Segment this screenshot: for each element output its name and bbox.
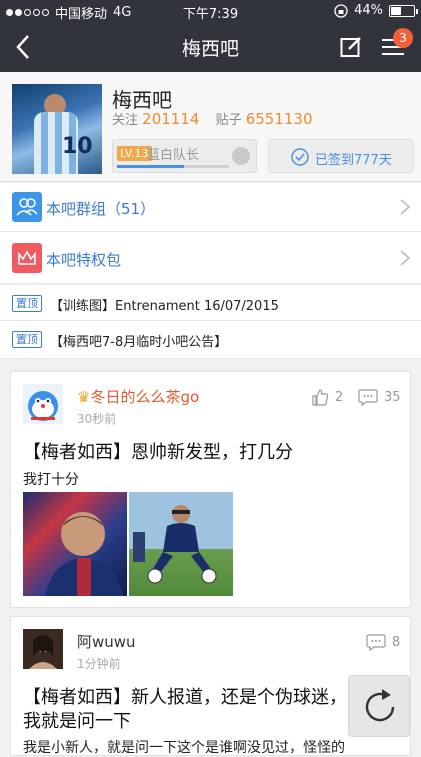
pinned-title: 【梅西吧7-8月临时小吧公告】 [50, 335, 228, 350]
forum-header: 10 梅西吧 关注 201114 贴子 6551130 LV.13 蓝白队长 已… [0, 72, 421, 182]
user-avatar[interactable] [23, 629, 63, 669]
refresh-icon [365, 689, 395, 722]
post-title: 【梅者如西】恩帅新发型，打几分 [23, 442, 293, 463]
member-rank[interactable]: LV.13 蓝白队长 [112, 139, 257, 173]
follow-count: 201114 [142, 110, 200, 128]
comment-count: 8 [392, 634, 401, 650]
post-body: 我是小新人，就是问一下这个是谁啊没见过，怪怪的 [23, 740, 345, 756]
link-label: 本吧特权包 [46, 251, 122, 269]
link-groups[interactable]: 本吧群组（51） [0, 183, 421, 232]
group-icon [12, 192, 42, 222]
status-bar: 中国移动 4G 下午7:39 44% [0, 0, 421, 22]
comment-button[interactable]: 35 [358, 388, 401, 406]
user-avatar[interactable] [23, 384, 63, 424]
post-body: 我打十分 [23, 472, 79, 488]
check-circle-icon [291, 148, 309, 166]
rank-title: 蓝白队长 [147, 148, 200, 163]
thumbs-up-icon [312, 389, 329, 406]
rank-icon [232, 147, 250, 165]
pinned-tag: 置顶 [12, 295, 42, 312]
photo-thumbnail [45, 512, 123, 596]
follow-label: 关注 [112, 113, 139, 128]
chevron-right-icon [400, 199, 411, 215]
signed-in-label: 已签到777天 [315, 153, 392, 168]
post-time: 1分钟前 [77, 657, 121, 671]
photo-thumbnail [133, 505, 217, 584]
comment-button[interactable]: 8 [366, 633, 400, 651]
author-name: 冬日的么么茶go [90, 388, 200, 406]
post-card[interactable]: ♛冬日的么么茶go 30秒前 2 35 【梅者如西】恩帅新发型，打几分 我打十分 [10, 371, 411, 608]
like-count: 2 [335, 389, 344, 405]
crown-icon [12, 243, 42, 273]
comment-count: 35 [384, 389, 401, 405]
pinned-title: 【训练图】Entrenament 16/07/2015 [50, 299, 279, 314]
orientation-lock-icon [334, 3, 348, 18]
post-author[interactable]: 阿wuwu [77, 631, 136, 652]
post-time: 30秒前 [77, 412, 117, 426]
signed-in-button[interactable]: 已签到777天 [268, 139, 414, 173]
pinned-post[interactable]: 置顶 【梅西吧7-8月临时小吧公告】 [0, 321, 421, 359]
notification-badge[interactable]: 3 [393, 28, 413, 48]
posts-label: 贴子 [215, 113, 242, 128]
nav-bar: 梅西吧 3 [0, 22, 421, 72]
battery-icon [389, 4, 418, 17]
forum-stats: 关注 201114 贴子 6551130 [112, 109, 325, 128]
link-label: 本吧群组（51） [46, 200, 156, 218]
post-title: 【梅者如西】新人报道，还是个伪球迷， [23, 687, 347, 708]
refresh-button[interactable] [348, 675, 410, 737]
like-button[interactable]: 2 [311, 388, 343, 406]
chevron-right-icon [400, 250, 411, 266]
post-author[interactable]: ♛冬日的么么茶go [77, 386, 199, 407]
crown-icon: ♛ [77, 388, 91, 406]
link-privileges[interactable]: 本吧特权包 [0, 232, 421, 284]
battery-percent: 44% [354, 3, 383, 18]
pinned-tag: 置顶 [12, 331, 42, 348]
posts-count: 6551130 [245, 110, 313, 128]
rank-progress [117, 165, 229, 168]
pinned-post[interactable]: 置顶 【训练图】Entrenament 16/07/2015 [0, 285, 421, 321]
post-image[interactable] [129, 492, 233, 596]
comment-icon [366, 634, 386, 651]
comment-icon [358, 389, 378, 406]
post-title-line2: 我就是问一下 [23, 711, 131, 732]
compose-icon[interactable] [340, 36, 362, 58]
post-image[interactable] [23, 492, 127, 596]
forum-avatar: 10 [12, 84, 102, 174]
